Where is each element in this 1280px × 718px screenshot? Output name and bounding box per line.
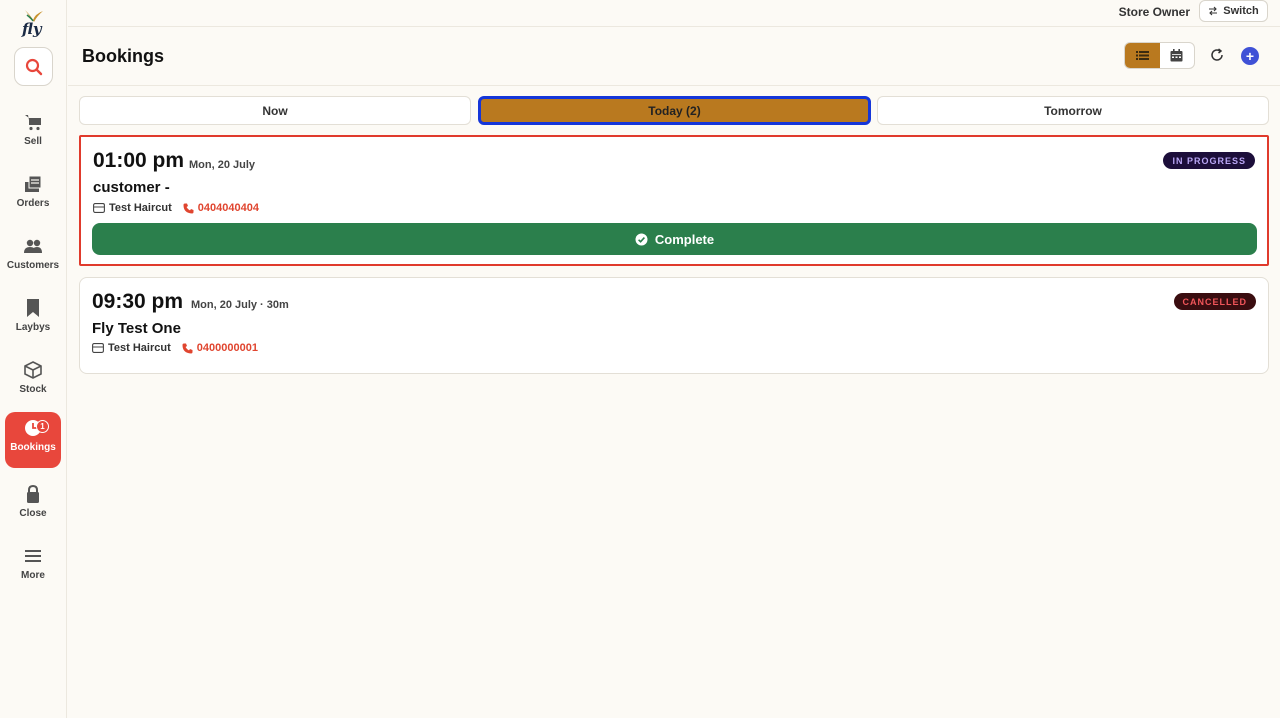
list-view-button[interactable] [1125,43,1160,68]
user-role-label: Store Owner [1118,5,1190,19]
phone-icon [183,203,194,213]
sidebar-item-bookings[interactable]: 1 Bookings [5,412,61,468]
plus-icon: + [1245,48,1255,64]
booking-time: 09:30 pm [92,290,184,313]
sidebar-item-laybys[interactable]: Laybys [5,292,61,348]
sidebar-item-label: Stock [19,384,47,395]
sidebar: fly Sell Orders Customers Laybys Stock 1… [0,0,67,718]
status-badge: IN PROGRESS [1163,152,1255,169]
tab-tomorrow[interactable]: Tomorrow [877,96,1269,125]
swap-icon [1209,6,1218,16]
tab-now[interactable]: Now [79,96,471,125]
booking-details: Test Haircut 0400000001 [92,342,258,354]
booking-details: Test Haircut 0404040404 [93,202,259,214]
cart-icon [25,115,41,131]
switch-label: Switch [1223,5,1259,17]
orders-icon [25,175,42,192]
customer-name: customer - [93,179,170,196]
calendar-icon [1170,49,1183,62]
sidebar-item-label: Laybys [15,322,51,333]
sidebar-item-stock[interactable]: Stock [5,354,61,410]
notification-badge: 1 [36,420,49,433]
view-toggle [1124,42,1195,69]
phone-icon [182,343,193,353]
complete-button[interactable]: Complete [92,223,1257,255]
page-title: Bookings [82,46,165,66]
tab-label: Tomorrow [1044,103,1102,118]
phone-link[interactable]: 0404040404 [198,202,259,214]
switch-user-button[interactable]: Switch [1199,0,1268,22]
box-icon [24,361,42,379]
booking-date: Mon, 20 July [191,299,258,311]
top-bar: Store Owner Switch [68,0,1280,27]
menu-icon [25,550,41,562]
lock-icon [27,484,39,503]
sidebar-item-label: Orders [16,198,50,209]
booking-card[interactable]: 01:00 pm Mon, 20 July IN PROGRESS custom… [79,135,1269,266]
page-header: Bookings + [68,27,1280,86]
booking-time: 01:00 pm [93,149,185,172]
search-icon [25,58,42,75]
status-badge: CANCELLED [1173,293,1256,310]
service-name: Test Haircut [109,202,172,214]
ticket-icon [93,203,105,213]
customers-icon [24,239,42,253]
sidebar-item-label: More [21,570,45,581]
list-icon [1135,51,1149,60]
logo-text: fly [22,20,42,38]
calendar-view-button[interactable] [1160,43,1195,68]
complete-label: Complete [654,231,715,247]
tab-today[interactable]: Today (2) [478,96,871,125]
sidebar-item-sell[interactable]: Sell [5,106,61,162]
add-booking-button[interactable]: + [1241,47,1259,65]
ticket-icon [92,343,104,353]
sidebar-item-label: Close [19,508,47,519]
sidebar-item-label: Sell [24,136,42,147]
sidebar-item-label: Bookings [10,442,56,453]
sidebar-item-close[interactable]: Close [5,478,61,534]
check-circle-icon [635,233,648,245]
booking-date: Mon, 20 July [189,159,256,171]
sidebar-item-customers[interactable]: Customers [5,230,61,286]
service-name: Test Haircut [108,342,171,354]
search-button[interactable] [14,47,53,86]
tab-label: Today (2) [648,103,701,118]
bookmark-icon [27,299,39,317]
sidebar-item-orders[interactable]: Orders [5,168,61,224]
phone-link[interactable]: 0400000001 [197,342,258,354]
sidebar-item-more[interactable]: More [5,540,61,596]
booking-card[interactable]: 09:30 pm Mon, 20 July · 30m CANCELLED Fl… [79,277,1269,374]
sidebar-item-label: Customers [6,260,60,271]
booking-duration: · 30m [260,299,289,311]
refresh-icon[interactable] [1209,47,1225,63]
customer-name: Fly Test One [92,320,181,337]
tab-label: Now [262,103,288,118]
